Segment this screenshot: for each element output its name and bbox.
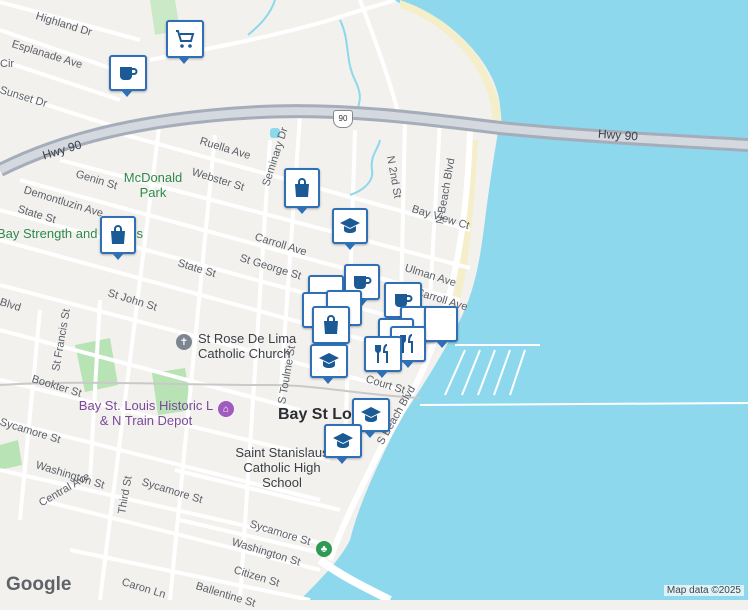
bag-glyph	[111, 225, 125, 244]
depot-label[interactable]: Bay St. Louis Historic L & N Train Depot	[76, 398, 216, 428]
bag-glyph	[295, 178, 309, 197]
stream-3	[247, 0, 276, 36]
restaurant-icon[interactable]	[364, 336, 402, 378]
cap-glyph	[361, 407, 381, 422]
bag-icon[interactable]	[100, 216, 136, 260]
highway-label-right: Hwy 90	[597, 126, 639, 144]
north-road-2	[358, 0, 402, 121]
cart-icon[interactable]	[166, 20, 204, 64]
coffee-glyph	[120, 67, 138, 80]
coffee-icon[interactable]	[109, 55, 147, 97]
bag-icon[interactable]	[312, 306, 350, 350]
google-logo: Google	[6, 574, 72, 595]
cart-glyph	[176, 30, 195, 48]
park-tree-icon: ♣	[316, 541, 332, 557]
graduation-cap-icon[interactable]	[324, 424, 362, 464]
bag-glyph	[324, 315, 338, 334]
park-label[interactable]: McDonald Park	[120, 170, 186, 200]
cap-glyph	[340, 218, 360, 233]
church-icon: ✝	[176, 334, 192, 350]
school-label[interactable]: Saint Stanislaus Catholic High School	[228, 445, 336, 490]
park-area-3	[0, 440, 22, 470]
cap-glyph	[333, 433, 353, 448]
stream	[339, 19, 361, 109]
museum-icon: ⌂	[218, 401, 234, 417]
highway-shield: 90	[333, 110, 353, 128]
street-label: Cir	[0, 58, 15, 70]
church-label[interactable]: St Rose De Lima Catholic Church	[198, 331, 308, 361]
cap-glyph	[319, 353, 339, 368]
bag-icon[interactable]	[284, 168, 320, 214]
graduation-cap-icon[interactable]	[332, 208, 368, 250]
graduation-cap-icon[interactable]	[310, 344, 348, 384]
utensils-glyph	[375, 344, 388, 363]
cluster-pin[interactable]	[424, 306, 458, 348]
map-attribution[interactable]: Map data ©2025	[663, 585, 744, 596]
